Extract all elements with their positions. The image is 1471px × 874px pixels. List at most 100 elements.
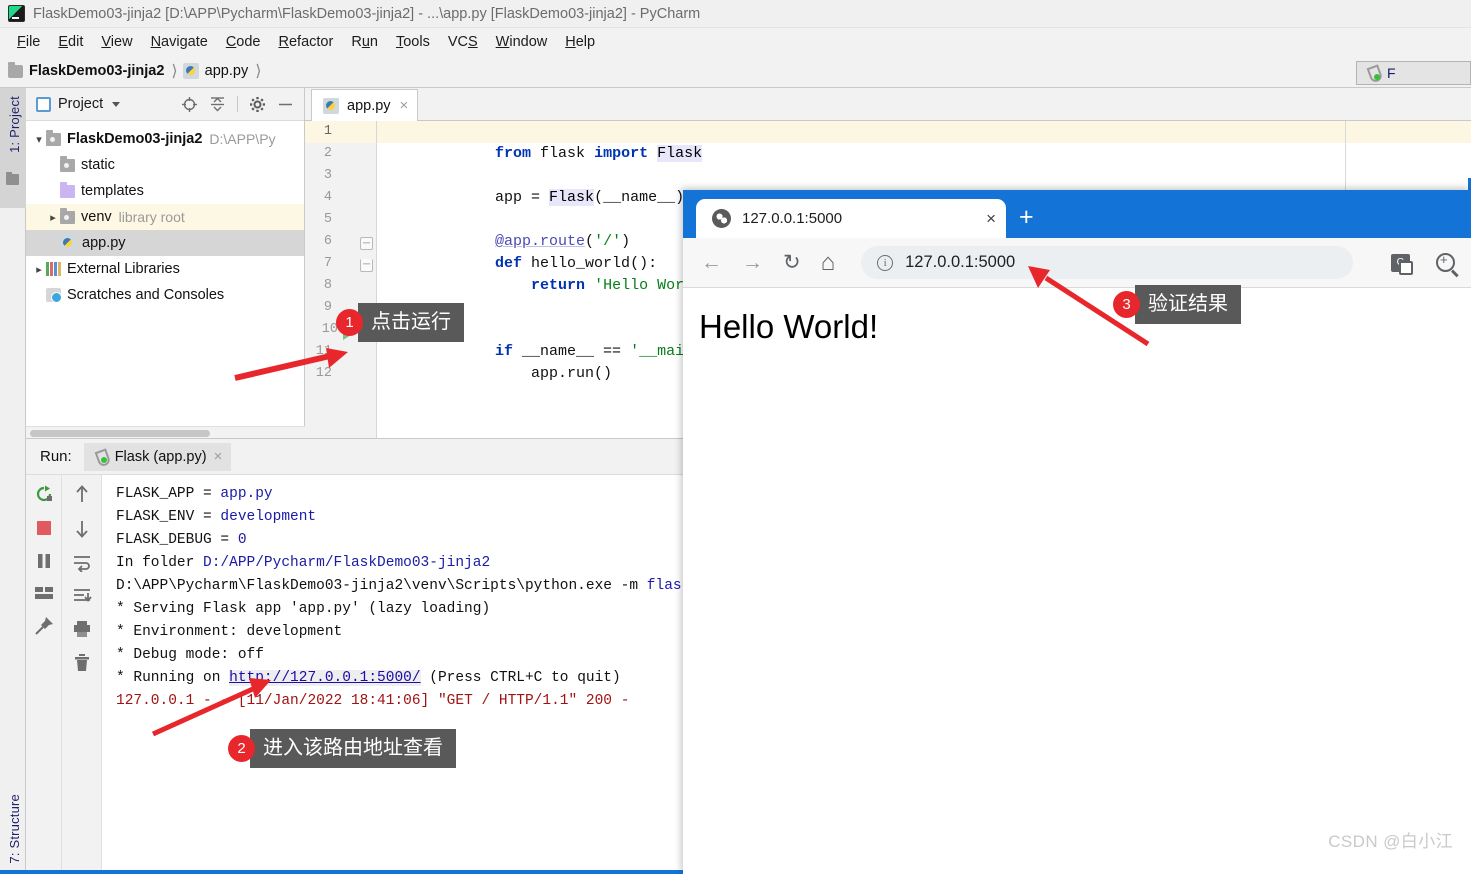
close-icon[interactable]: ×: [986, 209, 996, 229]
down-arrow-icon[interactable]: [73, 519, 91, 539]
layout-icon[interactable]: [34, 585, 54, 601]
project-panel-hscrollbar[interactable]: [26, 426, 305, 438]
run-configuration-label: F: [1387, 65, 1396, 81]
menu-vcs[interactable]: VCS: [439, 32, 487, 52]
code-token: app.run(): [495, 365, 613, 382]
chevron-right-icon[interactable]: ▸: [32, 263, 46, 276]
browser-tab[interactable]: 127.0.0.1:5000 ×: [696, 199, 1006, 238]
tree-item-templates[interactable]: templates: [26, 178, 304, 204]
run-configuration-button[interactable]: F: [1356, 61, 1471, 85]
tree-item-venv[interactable]: ▸ venv library root: [26, 204, 304, 230]
project-panel: Project ▾ FlaskDemo03-jinja2 D:\APP\Py s…: [26, 88, 305, 438]
annotation-text: 点击运行: [358, 303, 464, 342]
tree-item-sublabel: library root: [118, 209, 185, 225]
annotation-badge: 1: [336, 309, 363, 336]
rerun-icon[interactable]: [34, 484, 54, 504]
tab-app-py[interactable]: app.py ×: [311, 89, 419, 121]
run-tab-flask[interactable]: Flask (app.py) ×: [83, 442, 232, 471]
home-icon[interactable]: ⌂: [821, 249, 836, 277]
stop-icon[interactable]: [35, 519, 53, 537]
menu-refactor[interactable]: Refactor: [270, 32, 343, 52]
menu-edit[interactable]: Edit: [49, 32, 92, 52]
tree-item-label: templates: [81, 183, 144, 199]
menu-code[interactable]: Code: [217, 32, 270, 52]
menu-navigate[interactable]: Navigate: [142, 32, 217, 52]
python-file-icon: [60, 235, 76, 251]
code-token: import: [594, 145, 658, 162]
tree-item-label: External Libraries: [67, 261, 180, 277]
tree-item-static[interactable]: static: [26, 152, 304, 178]
soft-wrap-icon[interactable]: [72, 554, 92, 572]
project-tree: ▾ FlaskDemo03-jinja2 D:\APP\Py static te…: [26, 121, 304, 308]
new-tab-button[interactable]: +: [1019, 205, 1034, 230]
settings-gear-icon[interactable]: [249, 96, 266, 113]
chevron-down-icon[interactable]: ▾: [32, 133, 46, 146]
project-strip-tab[interactable]: 1: Project: [0, 88, 26, 208]
editor-gutter[interactable]: 1 2 3 4 5 6 7 8 9 10 11 12 ─ ─: [305, 121, 377, 438]
line-number: 12: [315, 366, 332, 381]
chevron-right-icon[interactable]: ▸: [46, 211, 60, 224]
console-url-link[interactable]: http://127.0.0.1:5000/: [229, 670, 421, 686]
locate-icon[interactable]: [181, 96, 198, 113]
collapse-all-icon[interactable]: [209, 96, 226, 113]
menu-view[interactable]: View: [92, 32, 141, 52]
code-fold-end-icon[interactable]: ─: [360, 259, 373, 272]
line-number: 11: [315, 344, 332, 359]
tree-item-scratches[interactable]: Scratches and Consoles: [26, 282, 304, 308]
info-icon[interactable]: i: [877, 254, 894, 271]
flask-run-icon: [1365, 65, 1381, 81]
project-panel-title: Project: [58, 96, 104, 112]
zoom-icon[interactable]: [1436, 252, 1455, 272]
breadcrumb-file-label: app.py: [204, 63, 249, 79]
project-panel-header: Project: [26, 88, 304, 121]
up-arrow-icon[interactable]: [73, 484, 91, 504]
close-icon[interactable]: ×: [400, 97, 409, 114]
annotation-badge: 2: [228, 735, 255, 762]
menu-run[interactable]: Run: [342, 32, 387, 52]
tree-item-app-py[interactable]: app.py: [26, 230, 304, 256]
folder-icon: [8, 61, 23, 78]
reload-icon[interactable]: ↻: [783, 250, 801, 275]
browser-window: 127.0.0.1:5000 × + ← → ↻ ⌂ i 127.0.0.1:5…: [683, 190, 1471, 874]
breadcrumb-file[interactable]: app.py ⟩: [182, 61, 267, 81]
menu-file[interactable]: File: [8, 32, 49, 52]
scroll-to-end-icon[interactable]: [72, 587, 92, 605]
chevron-down-icon[interactable]: [112, 101, 121, 107]
menu-window[interactable]: Window: [487, 32, 557, 52]
window-bottom-edge: [0, 870, 683, 874]
menubar: File Edit View Navigate Code Refactor Ru…: [0, 28, 1471, 55]
trash-icon[interactable]: [73, 653, 91, 673]
menu-tools[interactable]: Tools: [387, 32, 439, 52]
annotation-text: 验证结果: [1135, 285, 1241, 324]
breadcrumb-project[interactable]: FlaskDemo03-jinja2 ⟩: [8, 61, 183, 81]
page-heading: Hello World!: [699, 308, 879, 345]
pin-icon[interactable]: [34, 616, 54, 636]
annotation-callout-3: 3 验证结果: [1113, 285, 1241, 324]
hide-panel-icon[interactable]: [277, 96, 294, 113]
flask-run-icon: [93, 449, 108, 464]
libraries-icon: [46, 262, 61, 276]
code-token: Flask: [549, 189, 595, 206]
address-bar[interactable]: i 127.0.0.1:5000: [861, 246, 1353, 279]
window-title: FlaskDemo03-jinja2 [D:\APP\Pycharm\Flask…: [33, 5, 701, 22]
forward-icon[interactable]: →: [742, 251, 763, 275]
folder-strip-icon[interactable]: [6, 172, 19, 185]
close-icon[interactable]: ×: [214, 448, 223, 465]
browser-page-content: Hello World!: [683, 287, 1471, 874]
tree-item-label: app.py: [82, 235, 126, 251]
source-folder-icon: [60, 155, 75, 172]
code-fold-icon[interactable]: ─: [360, 237, 373, 250]
tree-item-external-libraries[interactable]: ▸ External Libraries: [26, 256, 304, 282]
menu-help[interactable]: Help: [556, 32, 604, 52]
browser-tab-title: 127.0.0.1:5000: [742, 210, 843, 227]
translate-icon[interactable]: G: [1391, 253, 1413, 275]
folder-icon: [46, 129, 61, 146]
back-icon[interactable]: ←: [701, 251, 722, 275]
print-icon[interactable]: [72, 620, 92, 638]
code-token: return: [495, 277, 595, 294]
pause-icon[interactable]: [35, 552, 53, 570]
tree-item-project-root[interactable]: ▾ FlaskDemo03-jinja2 D:\APP\Py: [26, 126, 304, 152]
tree-item-label: FlaskDemo03-jinja2: [67, 131, 203, 147]
structure-strip-label[interactable]: 7: Structure: [7, 794, 22, 864]
line-number: 3: [323, 168, 332, 183]
